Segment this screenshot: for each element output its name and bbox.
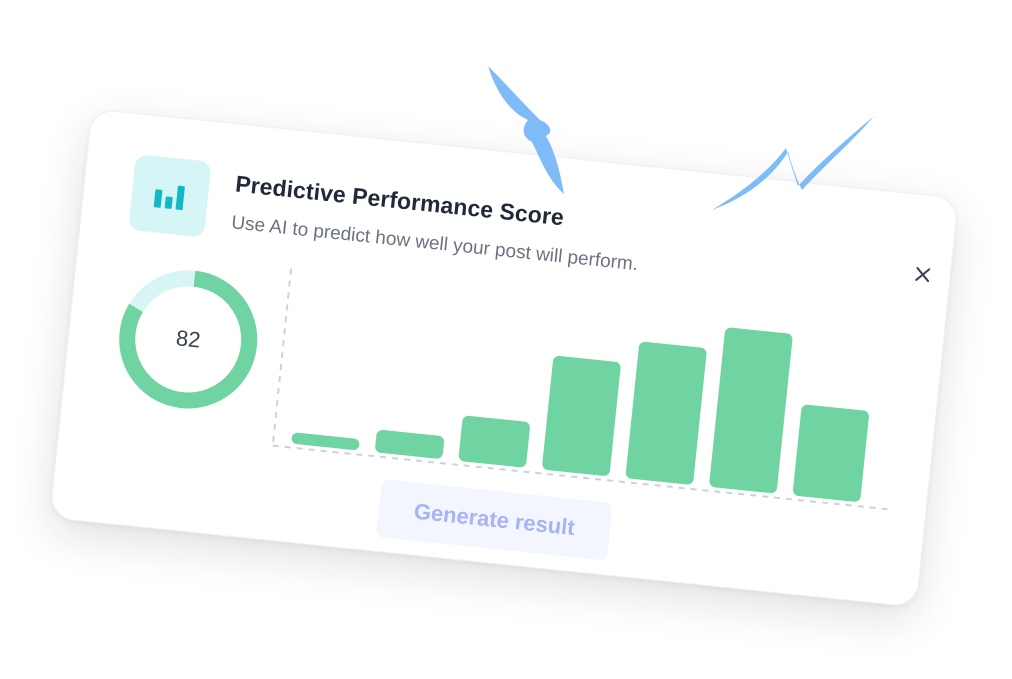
chart-bars	[291, 327, 869, 502]
score-value: 82	[174, 325, 202, 353]
chart-bar-2	[375, 429, 445, 459]
bar-chart-icon	[153, 185, 185, 211]
stage: Predictive Performance Score Use AI to p…	[0, 0, 1012, 679]
chart-bar-3	[458, 415, 530, 468]
close-button[interactable]	[909, 260, 938, 289]
performance-bar-chart	[271, 268, 892, 511]
chart-bar-4	[542, 355, 621, 476]
generate-result-button[interactable]: Generate result	[375, 479, 613, 561]
card-icon-tile	[128, 154, 212, 238]
lightning-bolt-icon	[488, 66, 564, 194]
card-subtitle: Use AI to predict how well your post wil…	[230, 212, 640, 276]
chart-bar-5	[625, 341, 707, 485]
score-donut: 82	[110, 262, 266, 418]
lightning-bolt-icon	[712, 116, 874, 210]
close-icon	[915, 267, 931, 283]
chart-y-axis	[271, 268, 293, 446]
chart-bar-6	[709, 327, 793, 494]
chart-bar-7	[792, 404, 869, 502]
